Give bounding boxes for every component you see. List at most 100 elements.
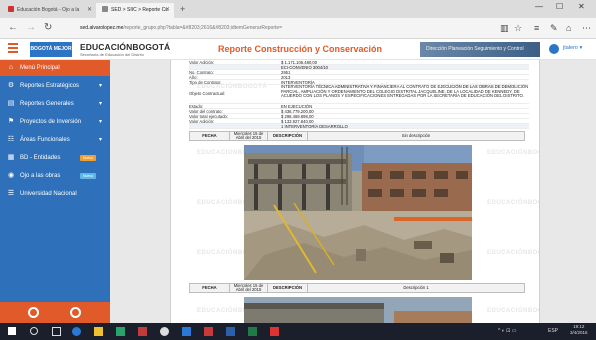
time: 19:12 [573,324,585,329]
chevron-down-icon: ▾ [98,83,102,89]
back-icon[interactable]: ← [8,22,18,34]
browser-tab-educacion[interactable]: Educación Bogotá - Ojo a la ✕ [2,3,96,18]
tab-label: Educación Bogotá - Ojo a la [17,7,80,13]
maximize-icon[interactable]: ☐ [556,2,563,11]
sidebar-item-menu-principal[interactable]: ⌂ Menú Principal [0,60,110,76]
excel-icon[interactable] [248,327,257,336]
photo-header: FECHA Miercoles 15 de Abril del 2015 DES… [189,283,525,293]
eye-icon: ◉ [7,172,15,179]
task-view-icon[interactable] [52,327,61,336]
tab-label: SED > SIIC > Reporte Cc [111,7,168,13]
sidebar-item-reportes-estrategicos[interactable]: ⚙ Reportes Estratégicos ▾ [0,78,110,94]
sidebar-item-bd-entidades[interactable]: ▦ BD - Entidades Nuevo [0,150,110,166]
user-avatar-icon[interactable] [549,44,559,54]
edge-browser-icon[interactable] [72,327,81,336]
share-icon[interactable]: ⌂ [566,22,571,34]
web-note-icon[interactable]: ✎ [550,22,558,34]
chevron-down-icon: ▾ [98,101,102,107]
clock[interactable]: 19:12 3/4/2016 [570,324,588,336]
sidebar-item-label: Menú Principal [20,65,60,71]
chevron-down-icon: ▾ [98,119,102,125]
watermark: EDUCACIÓNBOGOTÁ [487,200,539,206]
close-window-icon[interactable]: ✕ [578,2,585,11]
forward-icon[interactable]: → [26,22,36,34]
browser-tab-bar: Educación Bogotá - Ojo a la ✕ SED > SIIC… [0,0,596,18]
sidebar-item-universidad-nacional[interactable]: ☰ Universidad Nacional [0,186,110,202]
refresh-icon[interactable]: ↻ [44,22,52,34]
construction-site-image [244,297,472,323]
sidebar: ⌂ Menú Principal ⚙ Reportes Estratégicos ▾… [0,60,110,323]
description-label: DESCRIPCIÓN [268,284,308,292]
sidebar-item-label: Universidad Nacional [20,191,77,197]
address-bar[interactable]: sed.alvarolopez.me/reporte_grupo.php?tab… [80,22,480,35]
field-row: Objeto Contractual: INTERVENTORÍA TÉCNICA… [189,84,529,104]
bogota-logo: BOGOTÁ MEJOR [30,42,72,57]
main-content[interactable]: EDUCACIÓNBOGOTÁ EDUCACIÓNBOGOTÁ EDUCACIÓ… [110,60,596,323]
search-icon[interactable] [30,327,38,335]
report-page: EDUCACIÓNBOGOTÁ EDUCACIÓNBOGOTÁ EDUCACIÓ… [170,60,540,323]
browser-nav-bar: ← → ↻ sed.alvarolopez.me/reporte_grupo.p… [0,18,596,39]
header-banner: Dirección Planeación Seguimiento y Contr… [420,42,540,57]
tab-favicon-icon [102,6,108,12]
new-badge: Nuevo [80,155,97,161]
sidebar-footer [0,302,110,323]
app-shield-icon[interactable] [138,327,147,336]
brand-name: EDUCACIÓNBOGOTÁ [80,42,171,52]
sidebar-item-proyectos-inversion[interactable]: ⚑ Proyectos de Inversión ▾ [0,114,110,130]
construction-photo [244,145,472,280]
flag-icon: ⚑ [7,118,15,125]
word-icon[interactable] [226,327,235,336]
brand-subtitle: Secretaría de Educación del Distrito [80,52,144,57]
home-icon: ⌂ [8,64,14,71]
photo-header: FECHA Miercoles 15 de Abril del 2015 DES… [189,131,525,141]
favorite-star-icon[interactable]: ☆ [514,22,522,34]
browser-tab-reporte[interactable]: SED > SIIC > Reporte Cc ✕ [96,3,174,18]
sidebar-item-ojo-obras[interactable]: ◉ Ojo a las obras Nuevo [0,168,110,184]
date: 3/4/2016 [570,330,588,335]
language-indicator[interactable]: ESP [548,328,558,334]
document-icon: ▤ [7,100,15,107]
tray-icons[interactable]: ^ ◐ ⊡ ▭ [498,328,516,334]
new-badge: Nuevo [80,173,97,179]
powerpoint-icon[interactable] [204,327,213,336]
photo-date: Miercoles 15 de Abril del 2015 [230,283,268,292]
sidebar-item-label: Áreas Funcionales [20,137,70,143]
photo-description: Descripción 1 [403,284,429,290]
store-icon[interactable] [116,327,125,336]
url-path: /reporte_grupo.php?tabla=&#8203;2616&#82… [123,25,283,31]
watermark: EDUCACIÓNBOGOTÁ [487,150,539,156]
user-menu[interactable]: jtalero ▾ [563,45,582,51]
reading-view-icon[interactable]: ▥ [500,22,509,34]
minimize-icon[interactable]: — [535,2,543,11]
photo-date: Miercoles 15 de Abril del 2015 [230,131,268,140]
more-icon[interactable]: ⋯ [582,22,591,34]
users-icon: ☷ [7,136,15,143]
construction-site-image [244,145,472,280]
settings-icon[interactable] [28,307,39,318]
sidebar-item-label: Reportes Estratégicos [20,83,80,89]
cogs-icon: ⚙ [7,82,15,89]
database-icon: ▦ [7,154,15,161]
acrobat-icon[interactable] [270,327,279,336]
description-label: DESCRIPCIÓN [268,132,308,140]
date-label: FECHA [190,284,230,292]
watermark: EDUCACIÓNBOGOTÁ [487,308,539,314]
outlook-icon[interactable] [182,327,191,336]
field-row: 1 INTERVENTORÍA DESARROLLO [189,124,529,129]
app-header: BOGOTÁ MEJOR EDUCACIÓNBOGOTÁ Secretaría … [0,39,596,60]
hamburger-menu-icon[interactable] [8,43,18,55]
close-tab-icon[interactable]: ✕ [87,3,92,18]
contract-details: Valor Adición: $ 1.171.106.480,00 ECI-CON… [189,60,529,129]
sidebar-item-reportes-generales[interactable]: ▤ Reportes Generales ▾ [0,96,110,112]
new-tab-icon[interactable]: + [180,4,185,14]
power-icon[interactable] [70,307,81,318]
file-explorer-icon[interactable] [94,327,103,336]
url-host: sed.alvarolopez.me [80,25,124,31]
hub-icon[interactable]: ≡ [534,22,539,34]
close-tab-icon[interactable]: ✕ [165,3,170,18]
start-windows-icon[interactable] [8,327,16,335]
sidebar-item-areas-funcionales[interactable]: ☷ Áreas Funcionales ▾ [0,132,110,148]
windows-taskbar: ^ ◐ ⊡ ▭ ESP 19:12 3/4/2016 [0,323,596,340]
chrome-icon[interactable] [160,327,169,336]
page-title: Reporte Construcción y Conservación [218,44,383,54]
